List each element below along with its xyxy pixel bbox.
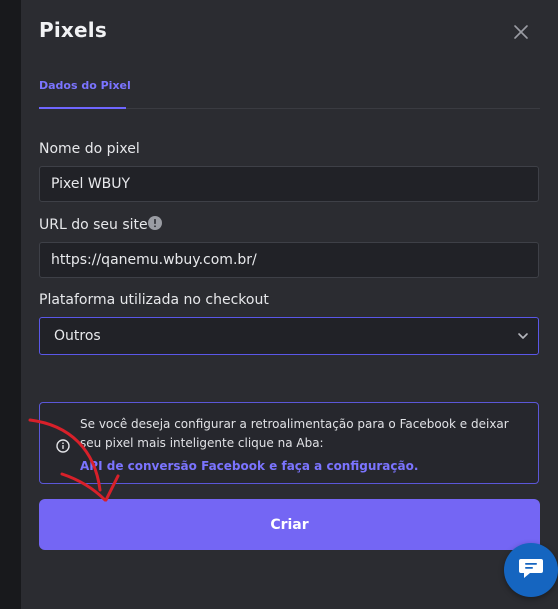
tab-dados-do-pixel[interactable]: Dados do Pixel: [39, 79, 131, 92]
close-icon[interactable]: [511, 22, 531, 42]
facebook-api-notice: Se você deseja configurar a retroaliment…: [39, 402, 539, 484]
checkout-platform-label: Plataforma utilizada no checkout: [39, 292, 269, 308]
create-button-label: Criar: [270, 516, 309, 533]
info-icon: [56, 438, 70, 453]
checkout-platform-value: Outros: [54, 328, 101, 344]
chat-bubble-icon: [518, 556, 544, 584]
tab-active-indicator: [39, 107, 126, 109]
site-url-value: https://qanemu.wbuy.com.br/: [51, 252, 257, 268]
chevron-down-icon: [517, 330, 529, 342]
notice-text: Se você deseja configurar a retroaliment…: [80, 417, 509, 450]
page-backdrop: [0, 0, 21, 609]
site-url-input[interactable]: https://qanemu.wbuy.com.br/: [39, 242, 539, 278]
pixel-name-value: Pixel WBUY: [51, 176, 131, 192]
pixel-name-label: Nome do pixel: [39, 141, 140, 157]
modal-title: Pixels: [39, 18, 107, 42]
info-circle-icon[interactable]: [148, 215, 162, 230]
create-button[interactable]: Criar: [39, 499, 540, 550]
checkout-platform-select[interactable]: Outros: [39, 317, 539, 355]
site-url-label: URL do seu site: [39, 217, 148, 233]
pixel-name-input[interactable]: Pixel WBUY: [39, 166, 539, 202]
pixel-modal: Pixels Dados do Pixel Nome do pixel Pixe…: [21, 0, 558, 609]
facebook-api-link[interactable]: API de conversão Facebook e faça a confi…: [80, 459, 418, 473]
chat-launcher-button[interactable]: [504, 543, 558, 597]
